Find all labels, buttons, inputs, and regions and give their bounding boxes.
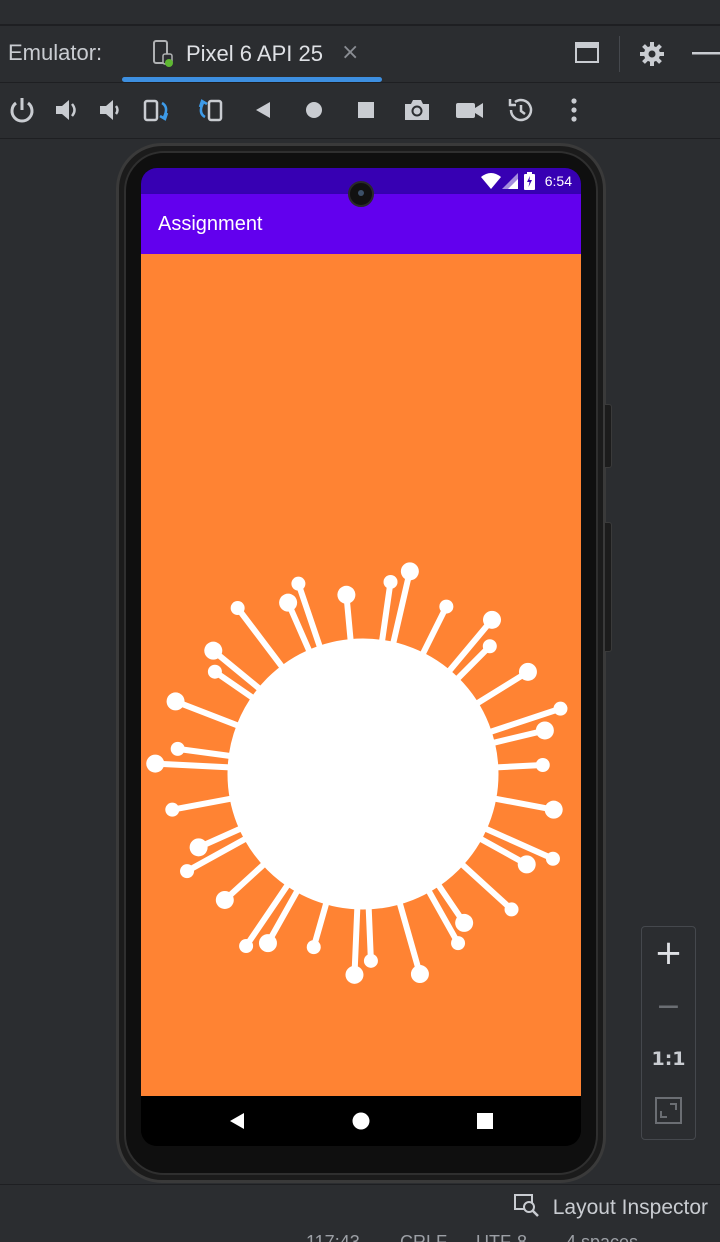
rotate-left-icon[interactable] [142,95,172,125]
gear-icon[interactable] [638,40,666,68]
overview-icon[interactable] [351,95,381,125]
status-indent[interactable]: 4 spaces [566,1232,638,1242]
wifi-icon [481,173,501,189]
emulator-label: Emulator: [8,40,103,65]
status-encoding[interactable]: UTF-8 [476,1232,527,1242]
volume-down-icon[interactable] [96,95,126,125]
app-content [141,254,581,1096]
emulator-tab-bar: Emulator: Pixel 6 API 25 × [0,26,720,83]
status-line-separator[interactable]: CRLF [400,1232,447,1242]
status-time: 6:54 [544,173,572,189]
phone-power-button[interactable] [604,404,612,468]
nav-home-icon[interactable] [352,1112,370,1130]
device-screen[interactable]: 6:54 Assignment [141,168,581,1146]
battery-icon [524,172,535,190]
zoom-in-button[interactable]: + [642,933,695,973]
volume-up-icon[interactable] [52,95,82,125]
zoom-controls: + − 1:1 [641,926,696,1140]
phone-volume-button[interactable] [604,522,612,652]
maximize-icon[interactable] [574,40,600,66]
layout-inspector-button[interactable]: Layout Inspector [553,1196,708,1220]
tab-pixel-6-api-25[interactable]: Pixel 6 API 25 × [122,26,382,82]
signal-icon [502,173,518,189]
front-camera [348,181,374,207]
ide-bottom-bar: Layout Inspector [0,1184,720,1229]
more-icon[interactable] [559,95,589,125]
zoom-actual-size-button[interactable]: 1:1 [642,1047,695,1071]
snapshot-icon[interactable] [506,95,536,125]
device-icon [153,40,173,67]
device-nav-bar [141,1096,581,1146]
nav-recents-icon[interactable] [477,1113,493,1129]
tab-active-indicator [122,77,382,82]
nav-back-icon[interactable] [228,1112,246,1130]
zoom-out-button[interactable]: − [642,987,695,1027]
minimize-icon[interactable] [690,40,720,66]
rotate-right-icon[interactable] [195,95,225,125]
video-icon[interactable] [454,95,484,125]
toolbar-divider [619,36,620,72]
fit-screen-icon[interactable] [655,1097,682,1124]
tab-close-icon[interactable]: × [341,40,359,65]
emulator-toolbar [0,83,720,139]
back-icon[interactable] [248,95,278,125]
ide-top-strip [0,0,720,26]
virus-icon [146,562,568,984]
home-icon[interactable] [299,95,329,125]
app-title: Assignment [158,213,263,235]
layout-inspector-icon [514,1194,539,1217]
status-caret-position[interactable]: 117:43 [306,1232,360,1242]
power-icon[interactable] [7,95,37,125]
ide-status-line: 117:43 CRLF UTF-8 4 spaces [0,1228,720,1242]
camera-icon[interactable] [402,95,432,125]
tab-label: Pixel 6 API 25 [186,41,323,66]
